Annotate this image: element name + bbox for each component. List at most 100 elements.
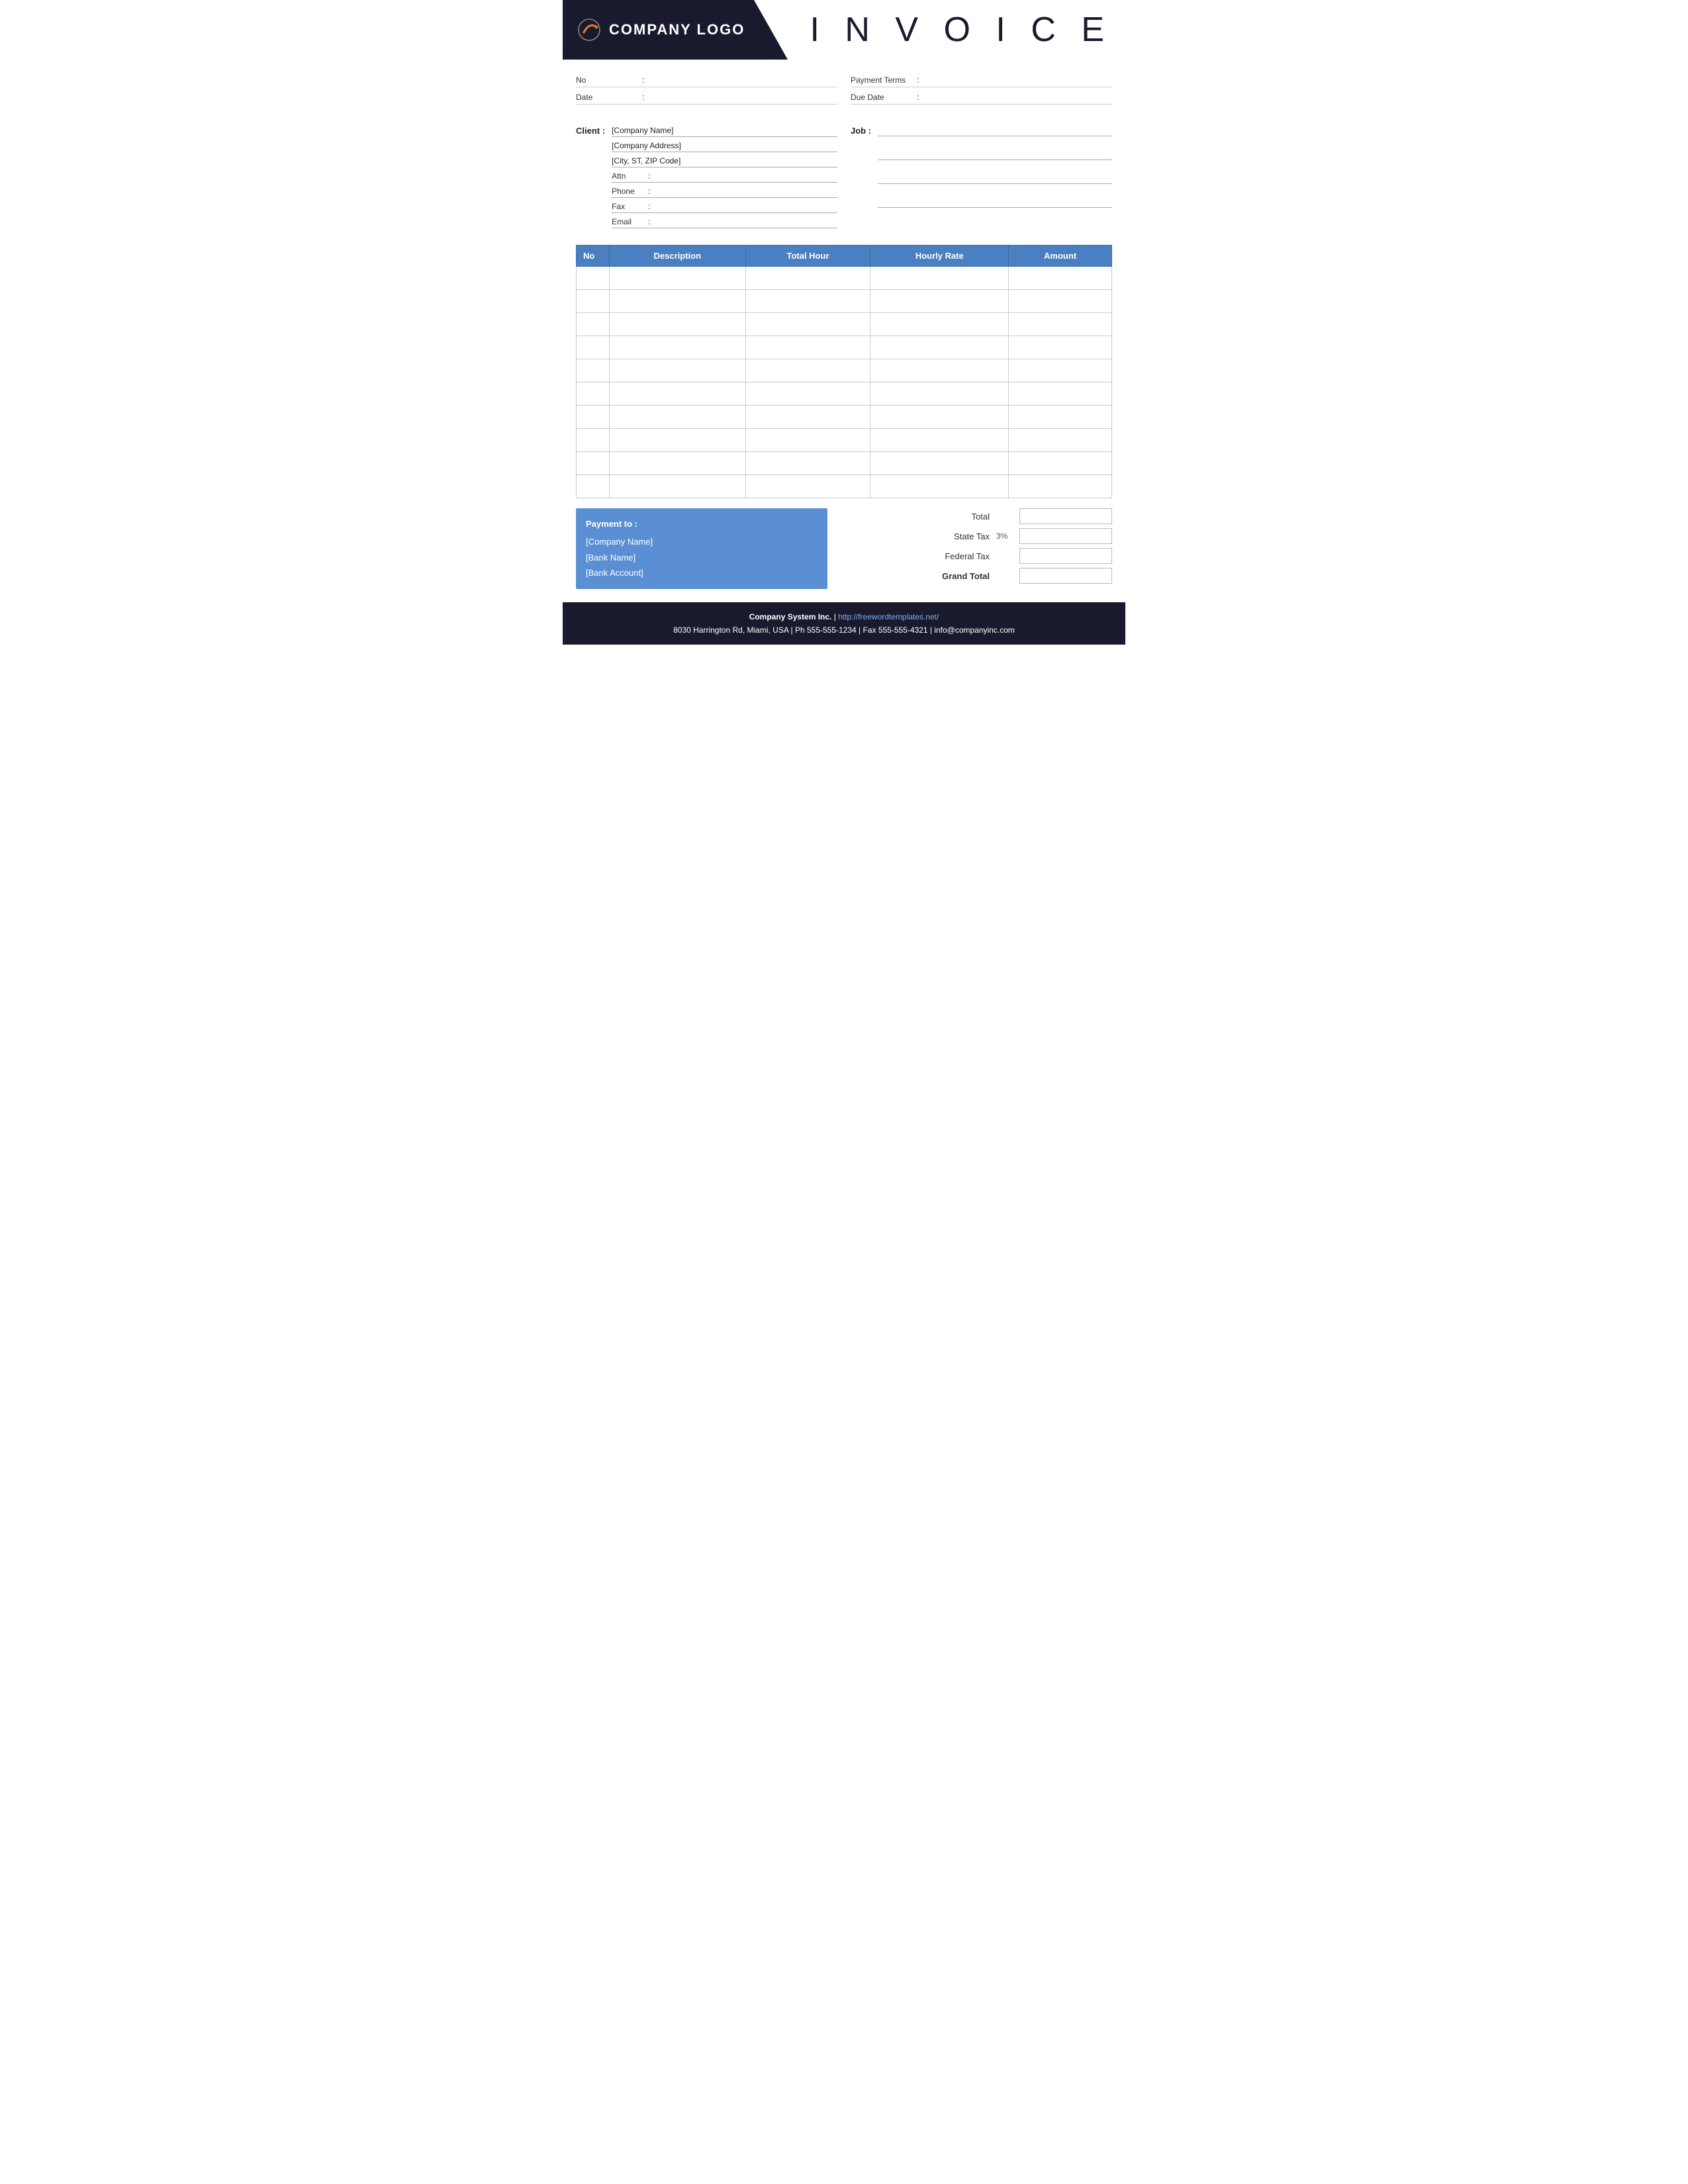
col-hourly-rate: Hourly Rate: [870, 246, 1009, 267]
col-no: No: [577, 246, 610, 267]
cell-description-9: [610, 475, 746, 498]
total-row: Total: [841, 508, 1112, 524]
client-fields: [Company Name] [Company Address] [City, …: [612, 124, 837, 228]
cell-description-4: [610, 359, 746, 383]
due-date-colon: :: [917, 92, 919, 102]
cell-no-9: [577, 475, 610, 498]
table-row: [577, 475, 1112, 498]
header: COMPANY LOGO I N V O I C E: [563, 0, 1125, 60]
cell-hourly_rate-6: [870, 406, 1009, 429]
federal-tax-label: Federal Tax: [923, 551, 990, 561]
no-row: No :: [576, 73, 837, 87]
cell-hourly_rate-5: [870, 383, 1009, 406]
footer-website[interactable]: http://freewordtemplates.net/: [838, 612, 939, 621]
client-email-label: Email: [612, 217, 648, 226]
cell-no-5: [577, 383, 610, 406]
cell-hourly_rate-0: [870, 267, 1009, 290]
client-phone-label: Phone: [612, 187, 648, 196]
cell-no-7: [577, 429, 610, 452]
cell-hourly_rate-9: [870, 475, 1009, 498]
payment-terms-colon: :: [917, 75, 919, 85]
state-tax-input[interactable]: [1019, 528, 1112, 544]
cell-hourly_rate-1: [870, 290, 1009, 313]
cell-description-8: [610, 452, 746, 475]
client-phone-colon: :: [648, 187, 650, 196]
cell-amount-4: [1009, 359, 1112, 383]
payment-terms-row: Payment Terms :: [851, 73, 1112, 87]
cell-no-1: [577, 290, 610, 313]
cell-hourly_rate-3: [870, 336, 1009, 359]
federal-tax-row: Federal Tax: [841, 548, 1112, 564]
state-tax-label: State Tax: [923, 531, 990, 541]
cell-description-2: [610, 313, 746, 336]
payment-title: Payment to :: [586, 516, 818, 531]
logo-text: COMPANY LOGO: [576, 17, 745, 43]
cell-hourly_rate-8: [870, 452, 1009, 475]
cell-amount-9: [1009, 475, 1112, 498]
logo-label: COMPANY LOGO: [609, 21, 745, 38]
client-block: Client : [Company Name] [Company Address…: [576, 124, 837, 228]
cell-no-3: [577, 336, 610, 359]
meta-section: No : Payment Terms : Date : Due Date :: [563, 66, 1125, 111]
cell-amount-6: [1009, 406, 1112, 429]
client-attn-row: Attn :: [612, 170, 837, 183]
cell-description-7: [610, 429, 746, 452]
cell-no-0: [577, 267, 610, 290]
bottom-section: Payment to : [Company Name] [Bank Name] …: [563, 508, 1125, 589]
client-label: Client :: [576, 124, 605, 228]
table-header-row: No Description Total Hour Hourly Rate Am…: [577, 246, 1112, 267]
payment-block: Payment to : [Company Name] [Bank Name] …: [576, 508, 827, 589]
client-fax-label: Fax: [612, 202, 648, 211]
cell-total_hour-6: [745, 406, 870, 429]
payment-terms-label: Payment Terms: [851, 75, 917, 85]
client-address-row: [Company Address]: [612, 140, 837, 152]
cell-no-8: [577, 452, 610, 475]
job-line-3: [878, 172, 1112, 184]
client-fax-colon: :: [648, 202, 650, 211]
cell-description-5: [610, 383, 746, 406]
col-amount: Amount: [1009, 246, 1112, 267]
payment-bank-name: [Bank Name]: [586, 550, 818, 565]
cell-no-6: [577, 406, 610, 429]
table-row: [577, 383, 1112, 406]
cell-total_hour-2: [745, 313, 870, 336]
job-line-2: [878, 148, 1112, 160]
client-company-name: [Company Name]: [612, 126, 837, 135]
grand-total-label: Grand Total: [923, 571, 990, 581]
footer-line-1: Company System Inc. | http://freewordtem…: [576, 610, 1112, 623]
cell-amount-2: [1009, 313, 1112, 336]
cell-description-1: [610, 290, 746, 313]
client-email-row: Email :: [612, 216, 837, 228]
client-attn-colon: :: [648, 171, 650, 181]
table-row: [577, 359, 1112, 383]
cell-amount-7: [1009, 429, 1112, 452]
table-row: [577, 290, 1112, 313]
totals-block: Total State Tax 3% Federal Tax Grand Tot…: [841, 508, 1112, 584]
job-line-1: [878, 124, 1112, 136]
invoice-table: No Description Total Hour Hourly Rate Am…: [576, 245, 1112, 498]
table-row: [577, 267, 1112, 290]
grand-total-input[interactable]: [1019, 568, 1112, 584]
payment-company-name: [Company Name]: [586, 534, 818, 549]
cell-amount-5: [1009, 383, 1112, 406]
client-city-row: [City, ST, ZIP Code]: [612, 155, 837, 167]
client-phone-row: Phone :: [612, 185, 837, 198]
cell-description-3: [610, 336, 746, 359]
client-job-section: Client : [Company Name] [Company Address…: [563, 118, 1125, 235]
cell-hourly_rate-4: [870, 359, 1009, 383]
total-input[interactable]: [1019, 508, 1112, 524]
cell-description-6: [610, 406, 746, 429]
date-colon: :: [642, 92, 645, 102]
footer-line-2: 8030 Harrington Rd, Miami, USA | Ph 555-…: [576, 623, 1112, 637]
cell-amount-8: [1009, 452, 1112, 475]
date-label: Date: [576, 93, 642, 102]
client-company-name-row: [Company Name]: [612, 124, 837, 137]
logo-block: COMPANY LOGO: [563, 0, 788, 60]
col-description: Description: [610, 246, 746, 267]
due-date-label: Due Date: [851, 93, 917, 102]
federal-tax-input[interactable]: [1019, 548, 1112, 564]
job-line-4: [878, 196, 1112, 208]
no-label: No: [576, 75, 642, 85]
payment-bank-account: [Bank Account]: [586, 565, 818, 580]
cell-amount-1: [1009, 290, 1112, 313]
